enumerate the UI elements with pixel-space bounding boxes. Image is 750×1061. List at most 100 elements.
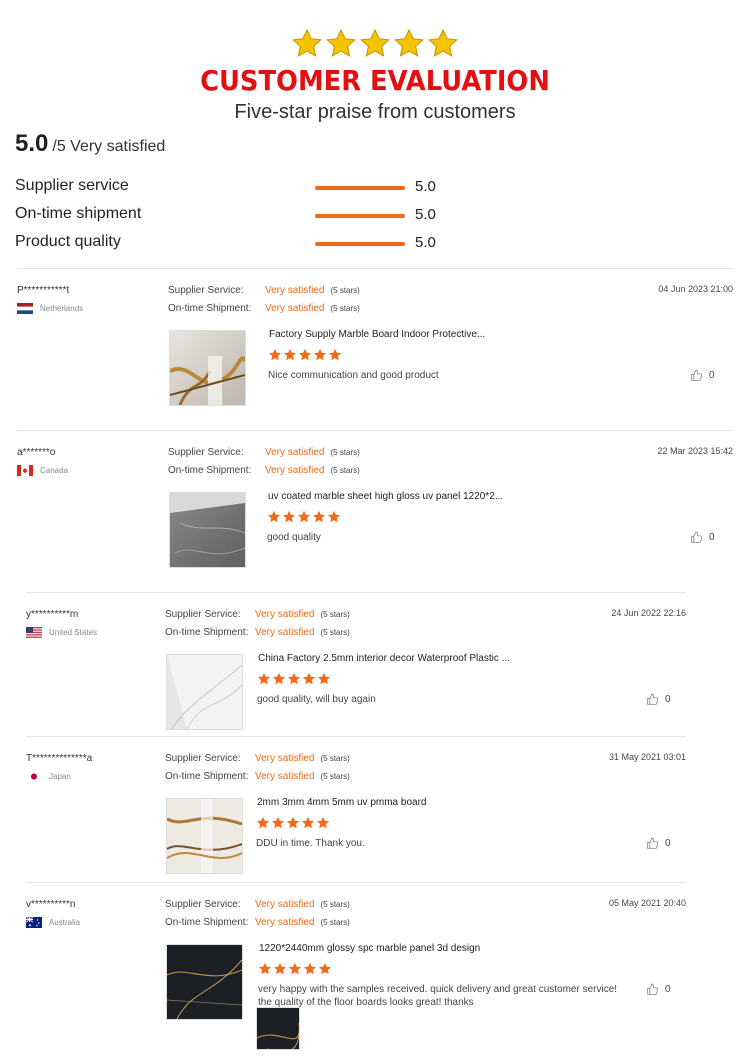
supplier-service-stars: (5 stars)	[320, 754, 350, 763]
ontime-shipment-label: On-time Shipment:	[168, 465, 252, 476]
review-photo[interactable]	[256, 1007, 300, 1050]
like-button[interactable]: 0	[646, 983, 671, 996]
star-icon	[256, 816, 270, 830]
star-icon	[394, 28, 424, 57]
country-name: Canada	[40, 466, 69, 475]
reviewer-country: Japan	[26, 771, 71, 782]
country-name: United States	[49, 628, 98, 637]
overall-text: /5 Very satisfied	[52, 138, 166, 155]
ontime-shipment-row: On-time Shipment: Very satisfied (5 stars)	[165, 917, 350, 928]
review-comment: good quality	[267, 532, 321, 543]
ontime-shipment-label: On-time Shipment:	[165, 627, 249, 638]
ontime-shipment-value: Very satisfied	[255, 627, 315, 638]
product-thumbnail[interactable]	[169, 492, 246, 568]
nl-flag-icon	[17, 303, 33, 314]
like-count: 0	[665, 838, 671, 849]
thumbs-up-icon	[646, 983, 665, 996]
review-comment: DDU in time. Thank you.	[256, 838, 365, 849]
ontime-shipment-stars: (5 stars)	[320, 772, 350, 781]
like-button[interactable]: 0	[646, 693, 671, 706]
star-icon	[313, 348, 327, 362]
review-divider	[26, 592, 686, 593]
star-icon	[273, 962, 287, 976]
country-name: Japan	[49, 772, 71, 781]
product-title-link[interactable]: Factory Supply Marble Board Indoor Prote…	[269, 329, 485, 340]
ca-flag-icon	[17, 465, 33, 476]
country-name: Australia	[49, 918, 81, 927]
star-icon	[327, 510, 341, 524]
ontime-shipment-row: On-time Shipment: Very satisfied (5 stars)	[168, 465, 360, 476]
star-icon	[326, 28, 356, 57]
ontime-shipment-label: On-time Shipment:	[168, 303, 252, 314]
star-icon	[288, 962, 302, 976]
star-icon	[257, 672, 271, 686]
metric-bar-fill	[315, 186, 405, 190]
ontime-shipment-value: Very satisfied	[265, 465, 325, 476]
ontime-shipment-label: On-time Shipment:	[165, 771, 249, 782]
review-divider	[17, 268, 733, 269]
metric-bar-fill	[315, 214, 405, 218]
review-rating	[256, 816, 330, 830]
thumbs-up-icon	[646, 837, 665, 850]
supplier-service-label: Supplier Service:	[168, 285, 244, 296]
country-name: Netherlands	[40, 304, 84, 313]
ontime-shipment-row: On-time Shipment: Very satisfied (5 stars)	[165, 627, 350, 638]
metric-label: Product quality	[15, 233, 121, 250]
star-icon	[267, 510, 281, 524]
supplier-service-value: Very satisfied	[265, 285, 325, 296]
product-thumbnail[interactable]	[166, 944, 243, 1020]
review-date: 04 Jun 2023 21:00	[658, 284, 733, 294]
supplier-service-label: Supplier Service:	[165, 899, 241, 910]
reviewer-name: a*******o	[17, 447, 56, 458]
star-icon	[283, 348, 297, 362]
like-count: 0	[665, 694, 671, 705]
reviewer-country: Netherlands	[17, 303, 83, 314]
page-subtitle: Five-star praise from customers	[234, 101, 516, 123]
ontime-shipment-stars: (5 stars)	[330, 304, 360, 313]
star-icon	[268, 348, 282, 362]
star-icon	[428, 28, 458, 57]
thumbs-up-icon	[690, 369, 709, 382]
product-thumbnail[interactable]	[169, 330, 246, 406]
star-icon	[282, 510, 296, 524]
reviewer-country: Australia	[26, 917, 80, 928]
ontime-shipment-value: Very satisfied	[255, 917, 315, 928]
supplier-service-row: Supplier Service: Very satisfied (5 stars)	[168, 447, 360, 458]
reviewer-country: Canada	[17, 465, 68, 476]
thumbs-up-icon	[690, 531, 709, 544]
supplier-service-label: Supplier Service:	[165, 609, 241, 620]
ontime-shipment-stars: (5 stars)	[320, 918, 350, 927]
product-title-link[interactable]: 2mm 3mm 4mm 5mm uv pmma board	[257, 797, 426, 808]
like-button[interactable]: 0	[646, 837, 671, 850]
ontime-shipment-row: On-time Shipment: Very satisfied (5 stars)	[165, 771, 350, 782]
star-icon	[303, 962, 317, 976]
supplier-service-row: Supplier Service: Very satisfied (5 stars)	[165, 609, 350, 620]
like-button[interactable]: 0	[690, 531, 715, 544]
reviewer-name: T**************a	[26, 753, 93, 764]
supplier-service-label: Supplier Service:	[165, 753, 241, 764]
product-thumbnail[interactable]	[166, 654, 243, 730]
star-icon	[298, 348, 312, 362]
product-title-link[interactable]: 1220*2440mm glossy spc marble panel 3d d…	[259, 943, 480, 954]
product-title-link[interactable]: uv coated marble sheet high gloss uv pan…	[268, 491, 503, 502]
review-divider	[17, 430, 733, 431]
jp-flag-icon	[26, 771, 42, 782]
reviewer-name: P***********t	[17, 285, 70, 296]
review-rating	[267, 510, 341, 524]
star-icon	[292, 28, 322, 57]
supplier-service-stars: (5 stars)	[330, 448, 360, 457]
like-button[interactable]: 0	[690, 369, 715, 382]
star-icon	[297, 510, 311, 524]
supplier-service-value: Very satisfied	[255, 753, 315, 764]
product-thumbnail[interactable]	[166, 798, 243, 874]
review-date: 05 May 2021 20:40	[608, 898, 686, 908]
review-date: 22 Mar 2023 15:42	[657, 446, 733, 456]
star-icon	[317, 672, 331, 686]
metric-product-quality: Product quality 5.0	[15, 233, 455, 255]
review-date: 31 May 2021 03:01	[608, 752, 686, 762]
header-stars	[0, 28, 750, 60]
supplier-service-label: Supplier Service:	[168, 447, 244, 458]
review-rating	[258, 962, 332, 976]
metric-ontime-shipment: On-time shipment 5.0	[15, 205, 455, 227]
product-title-link[interactable]: China Factory 2.5mm interior decor Water…	[258, 653, 510, 664]
